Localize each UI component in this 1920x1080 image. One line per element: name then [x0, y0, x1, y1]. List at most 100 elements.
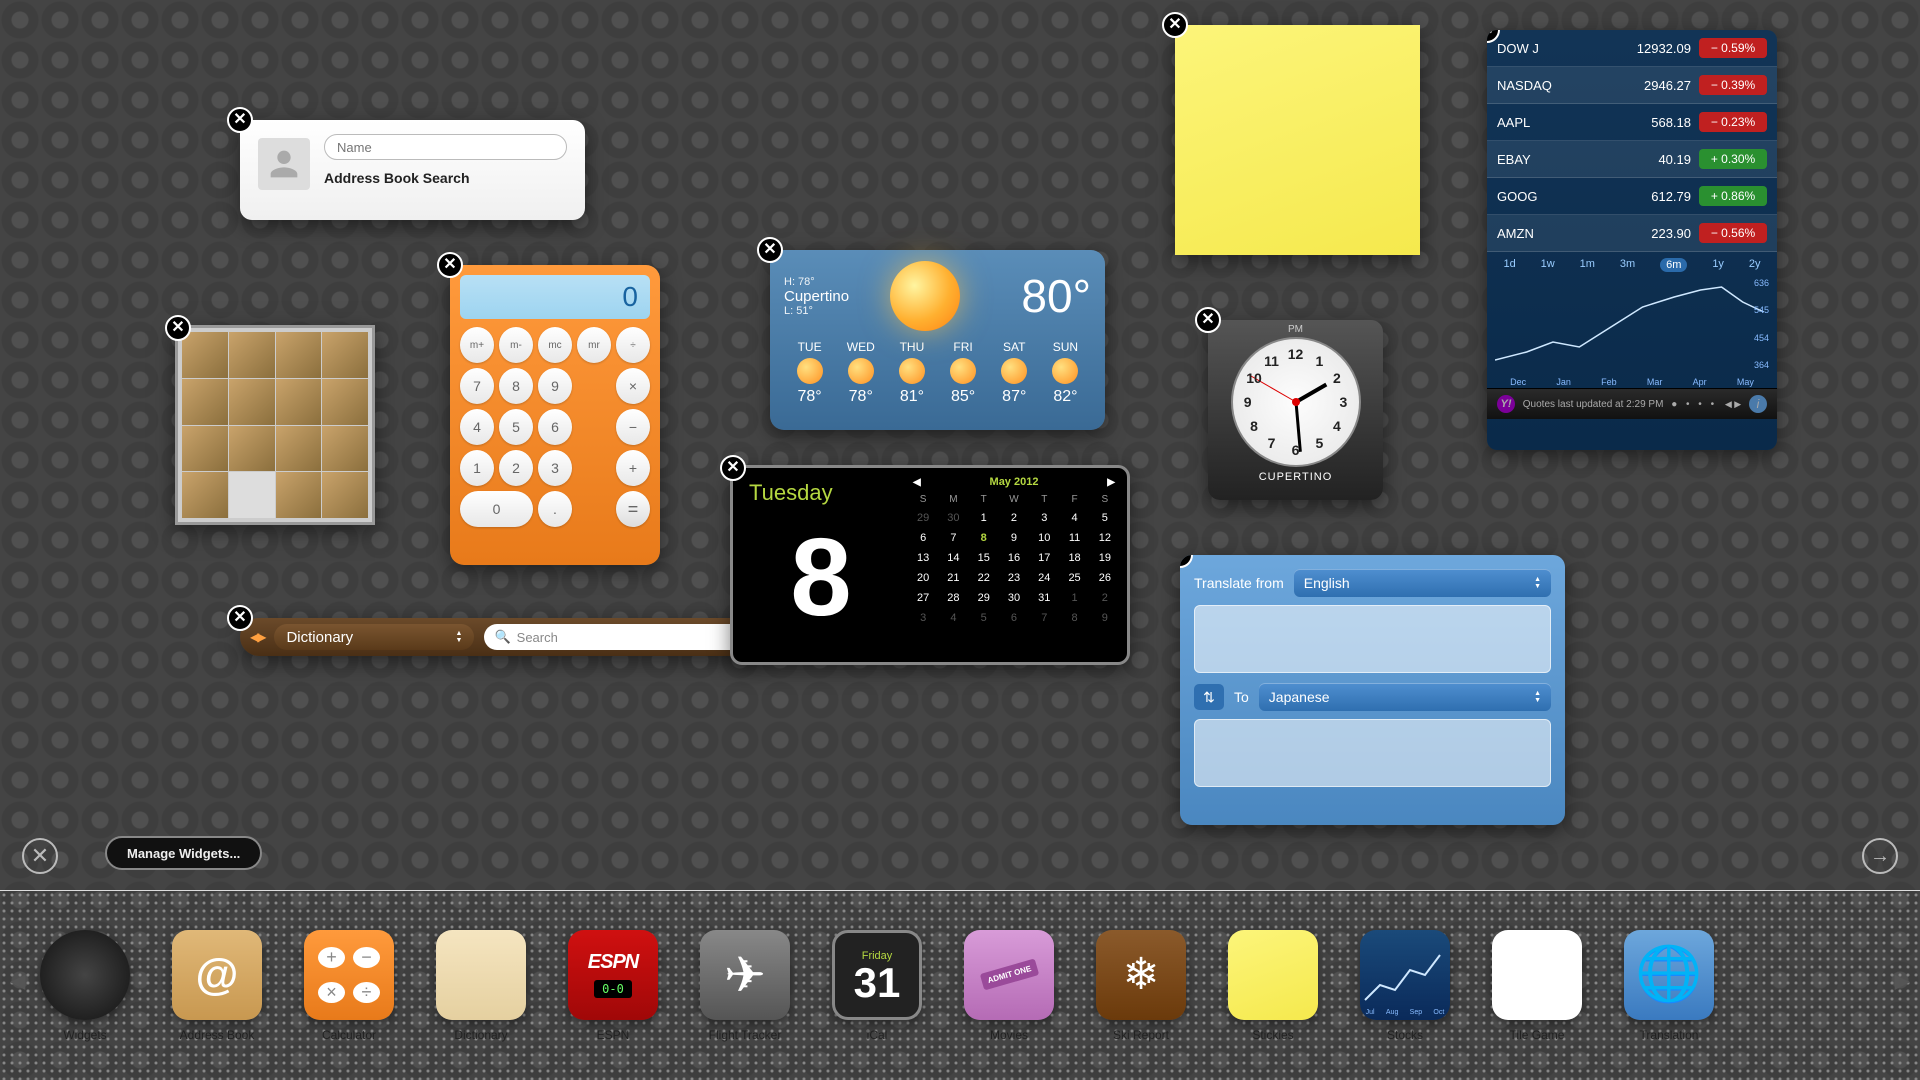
to-language-select[interactable]: Japanese — [1259, 683, 1551, 711]
bar-item-calculator[interactable]: +−×÷Calculator — [304, 930, 394, 1042]
address-book-widget[interactable]: Address Book Search — [240, 120, 585, 220]
sticky-note-widget[interactable] — [1175, 25, 1420, 255]
range-1y[interactable]: 1y — [1712, 258, 1724, 272]
range-1m[interactable]: 1m — [1580, 258, 1595, 272]
close-icon[interactable] — [757, 237, 783, 263]
weather-widget[interactable]: H: 78° Cupertino L: 51° 80° TUE78°WED78°… — [770, 250, 1105, 430]
close-icon[interactable] — [1180, 555, 1193, 568]
calc-key[interactable]: × — [616, 368, 650, 404]
close-icon[interactable] — [437, 252, 463, 278]
calendar-cell[interactable]: 14 — [939, 549, 967, 567]
bar-item-widgets[interactable]: Widgets — [40, 930, 130, 1042]
calendar-cell[interactable]: 30 — [939, 509, 967, 527]
bar-item-address book[interactable]: @Address Book — [172, 930, 262, 1042]
calc-key[interactable]: 5 — [499, 409, 533, 445]
translation-input[interactable] — [1194, 605, 1551, 673]
name-input[interactable] — [324, 134, 567, 160]
calendar-cell[interactable]: 8 — [970, 529, 998, 547]
calc-key[interactable]: mc — [538, 327, 572, 363]
calendar-cell[interactable]: 9 — [1091, 609, 1119, 627]
next-page-button[interactable] — [1862, 838, 1898, 874]
calendar-cell[interactable]: 15 — [970, 549, 998, 567]
calendar-cell[interactable]: 2 — [1000, 509, 1028, 527]
stock-row[interactable]: AAPL568.18− 0.23% — [1487, 104, 1777, 141]
close-icon[interactable] — [1195, 307, 1221, 333]
bar-item-espn[interactable]: ESPN0-0ESPN — [568, 930, 658, 1042]
calendar-cell[interactable]: 8 — [1060, 609, 1088, 627]
calc-key[interactable]: − — [616, 409, 650, 445]
range-3m[interactable]: 3m — [1620, 258, 1635, 272]
calendar-cell[interactable]: 5 — [970, 609, 998, 627]
dictionary-mode-select[interactable]: Dictionary — [274, 624, 474, 650]
close-icon[interactable] — [227, 605, 253, 631]
calc-key-equals[interactable]: = — [616, 491, 650, 527]
stock-row[interactable]: GOOG612.79+ 0.86% — [1487, 178, 1777, 215]
calendar-cell[interactable]: 31 — [1030, 589, 1058, 607]
stock-row[interactable]: DOW J12932.09− 0.59% — [1487, 30, 1777, 67]
calendar-cell[interactable]: 18 — [1060, 549, 1088, 567]
calendar-cell[interactable]: 25 — [1060, 569, 1088, 587]
calendar-cell[interactable]: 20 — [909, 569, 937, 587]
calendar-cell[interactable]: 3 — [909, 609, 937, 627]
bar-next-icon[interactable]: ▶ — [1895, 968, 1910, 993]
calendar-cell[interactable]: 24 — [1030, 569, 1058, 587]
calc-key[interactable]: 8 — [499, 368, 533, 404]
stock-row[interactable]: EBAY40.19+ 0.30% — [1487, 141, 1777, 178]
calendar-cell[interactable]: 6 — [909, 529, 937, 547]
calendar-cell[interactable]: 29 — [970, 589, 998, 607]
stocks-widget[interactable]: DOW J12932.09− 0.59%NASDAQ2946.27− 0.39%… — [1487, 30, 1777, 450]
range-1w[interactable]: 1w — [1541, 258, 1555, 272]
calendar-cell[interactable]: 4 — [1060, 509, 1088, 527]
calendar-cell[interactable]: 27 — [909, 589, 937, 607]
stock-row[interactable]: NASDAQ2946.27− 0.39% — [1487, 67, 1777, 104]
calendar-cell[interactable]: 10 — [1030, 529, 1058, 547]
calendar-cell[interactable]: 23 — [1000, 569, 1028, 587]
range-2y[interactable]: 2y — [1749, 258, 1761, 272]
calendar-cell[interactable]: 28 — [939, 589, 967, 607]
calendar-cell[interactable]: 6 — [1000, 609, 1028, 627]
calculator-widget[interactable]: 0 m+m-mcmr÷789×456−123+0.= — [450, 265, 660, 565]
swap-icon[interactable]: ⇅ — [1194, 684, 1224, 710]
calc-key-dot[interactable]: . — [538, 491, 572, 527]
calc-key[interactable]: 9 — [538, 368, 572, 404]
calc-key[interactable]: mr — [577, 327, 611, 363]
calendar-cell[interactable]: 1 — [970, 509, 998, 527]
bar-item-dictionary[interactable]: Dictionary — [436, 930, 526, 1042]
from-language-select[interactable]: English — [1294, 569, 1551, 597]
world-clock-widget[interactable]: PM 121234567891011 CUPERTINO — [1208, 320, 1383, 500]
calendar-cell[interactable]: 9 — [1000, 529, 1028, 547]
calendar-cell[interactable]: 1 — [1060, 589, 1088, 607]
bar-item-flight tracker[interactable]: ✈Flight Tracker — [700, 930, 790, 1042]
calc-key[interactable]: 7 — [460, 368, 494, 404]
calc-key[interactable]: ÷ — [616, 327, 650, 363]
calc-key[interactable]: 4 — [460, 409, 494, 445]
bar-item-tile game[interactable]: Tile Game — [1492, 930, 1582, 1042]
calendar-cell[interactable]: 19 — [1091, 549, 1119, 567]
bar-item-translation[interactable]: 🌐Translation — [1624, 930, 1714, 1042]
range-6m[interactable]: 6m — [1660, 258, 1687, 272]
close-dashboard-button[interactable] — [22, 838, 58, 874]
next-month-icon[interactable]: ▶ — [1107, 477, 1115, 488]
calc-key[interactable]: 2 — [499, 450, 533, 486]
page-dots[interactable]: ● • • • — [1671, 399, 1717, 410]
calc-key[interactable]: 1 — [460, 450, 494, 486]
calendar-widget[interactable]: Tuesday 8 ◀May 2012▶ SMTWTFS293012345678… — [730, 465, 1130, 665]
calc-key[interactable]: m+ — [460, 327, 494, 363]
bar-item-stickies[interactable]: Stickies — [1228, 930, 1318, 1042]
calc-key-zero[interactable]: 0 — [460, 491, 533, 527]
close-icon[interactable] — [227, 107, 253, 133]
prev-month-icon[interactable]: ◀ — [913, 477, 921, 488]
close-icon[interactable] — [165, 315, 191, 341]
range-1d[interactable]: 1d — [1503, 258, 1515, 272]
bar-item-ical[interactable]: Friday31iCal — [832, 930, 922, 1042]
bar-prev-icon[interactable]: ◀ — [10, 968, 25, 993]
close-icon[interactable] — [720, 455, 746, 481]
calc-key[interactable]: 3 — [538, 450, 572, 486]
bar-item-movies[interactable]: ADMIT ONEMovies — [964, 930, 1054, 1042]
bar-item-stocks[interactable]: JulAugSepOctStocks — [1360, 930, 1450, 1042]
calendar-cell[interactable]: 4 — [939, 609, 967, 627]
close-icon[interactable] — [1162, 12, 1188, 38]
calendar-cell[interactable]: 13 — [909, 549, 937, 567]
tile-game-widget[interactable] — [175, 325, 375, 525]
calendar-cell[interactable]: 22 — [970, 569, 998, 587]
